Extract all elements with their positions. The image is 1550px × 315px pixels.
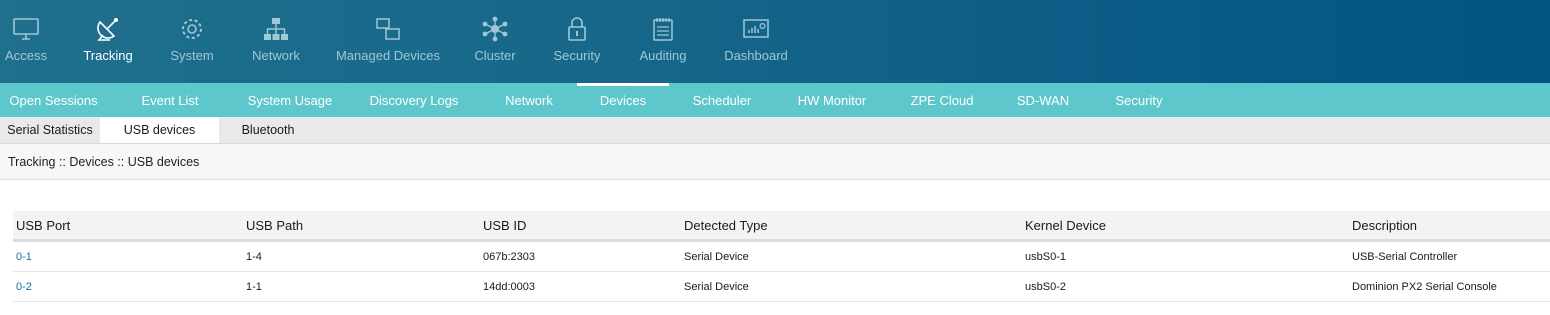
usb-id-cell: 14dd:0003 [483,280,535,293]
lock-icon [562,16,592,42]
nav-cluster[interactable]: Cluster [444,0,546,83]
detected-type-cell: Serial Device [684,280,749,293]
column-header-usb-path[interactable]: USB Path [246,218,303,233]
monitor-icon [11,16,41,42]
tab-serial-statistics[interactable]: Serial Statistics [0,117,100,143]
subnav-discovery-logs[interactable]: Discovery Logs [347,83,481,117]
subnav-devices[interactable]: Devices [577,83,669,117]
tab-usb-devices[interactable]: USB devices [100,117,219,143]
subnav-zpe-cloud[interactable]: ZPE Cloud [889,83,995,117]
nav-dashboard[interactable]: Dashboard [718,0,794,83]
nav-label: Auditing [639,48,687,63]
tab-bluetooth[interactable]: Bluetooth [219,117,317,143]
usb-path-cell: 1-4 [246,250,262,263]
nav-managed-devices[interactable]: Managed Devices [332,0,444,83]
gear-icon [177,16,207,42]
subnav-hw-monitor[interactable]: HW Monitor [775,83,889,117]
kernel-device-cell: usbS0-1 [1025,250,1066,263]
top-navigation: Access Tracking System Network Managed D… [0,0,1550,83]
notepad-icon [648,16,678,42]
nav-label: Tracking [83,48,133,63]
nav-network[interactable]: Network [220,0,332,83]
description-cell: Dominion PX2 Serial Console [1352,280,1497,293]
nav-label: Access [5,48,47,63]
subnav-open-sessions[interactable]: Open Sessions [0,83,107,117]
table-header: USB Port USB Path USB ID Detected Type K… [13,211,1550,242]
cluster-icon [480,16,510,42]
nav-auditing[interactable]: Auditing [608,0,718,83]
nav-label: Security [553,48,601,63]
dashboard-icon [741,16,771,42]
usb-path-cell: 1-1 [246,280,262,293]
subnav-scheduler[interactable]: Scheduler [669,83,775,117]
network-icon [261,16,291,42]
column-header-detected-type[interactable]: Detected Type [684,218,768,233]
usb-id-cell: 067b:2303 [483,250,535,263]
nav-label: Managed Devices [335,48,441,63]
usb-port-link[interactable]: 0-2 [16,281,32,293]
devices-icon [373,16,403,42]
column-header-usb-id[interactable]: USB ID [483,218,526,233]
kernel-device-cell: usbS0-2 [1025,280,1066,293]
nav-access[interactable]: Access [0,0,52,83]
detected-type-cell: Serial Device [684,250,749,263]
nav-label: System [170,48,214,63]
breadcrumb: Tracking :: Devices :: USB devices [0,144,1550,180]
description-cell: USB-Serial Controller [1352,250,1458,263]
subnav-event-list[interactable]: Event List [107,83,233,117]
column-header-usb-port[interactable]: USB Port [16,218,70,233]
nav-system[interactable]: System [164,0,220,83]
subnav-network[interactable]: Network [481,83,577,117]
subnav-security[interactable]: Security [1091,83,1187,117]
satellite-icon [93,16,123,42]
table-row: 0-1 1-4 067b:2303 Serial Device usbS0-1 … [13,242,1550,272]
column-header-kernel-device[interactable]: Kernel Device [1025,218,1106,233]
nav-tracking[interactable]: Tracking [52,0,164,83]
subnav-sd-wan[interactable]: SD-WAN [995,83,1091,117]
usb-port-link[interactable]: 0-1 [16,251,32,263]
usb-devices-table: USB Port USB Path USB ID Detected Type K… [13,211,1550,302]
sub-navigation: Open Sessions Event List System Usage Di… [0,83,1550,117]
table-row: 0-2 1-1 14dd:0003 Serial Device usbS0-2 … [13,272,1550,302]
column-header-description[interactable]: Description [1352,218,1417,233]
subnav-system-usage[interactable]: System Usage [233,83,347,117]
nav-security[interactable]: Security [546,0,608,83]
device-tabs: Serial Statistics USB devices Bluetooth [0,117,1550,144]
nav-label: Network [252,48,300,63]
nav-label: Dashboard [724,48,788,63]
nav-label: Cluster [474,48,516,63]
